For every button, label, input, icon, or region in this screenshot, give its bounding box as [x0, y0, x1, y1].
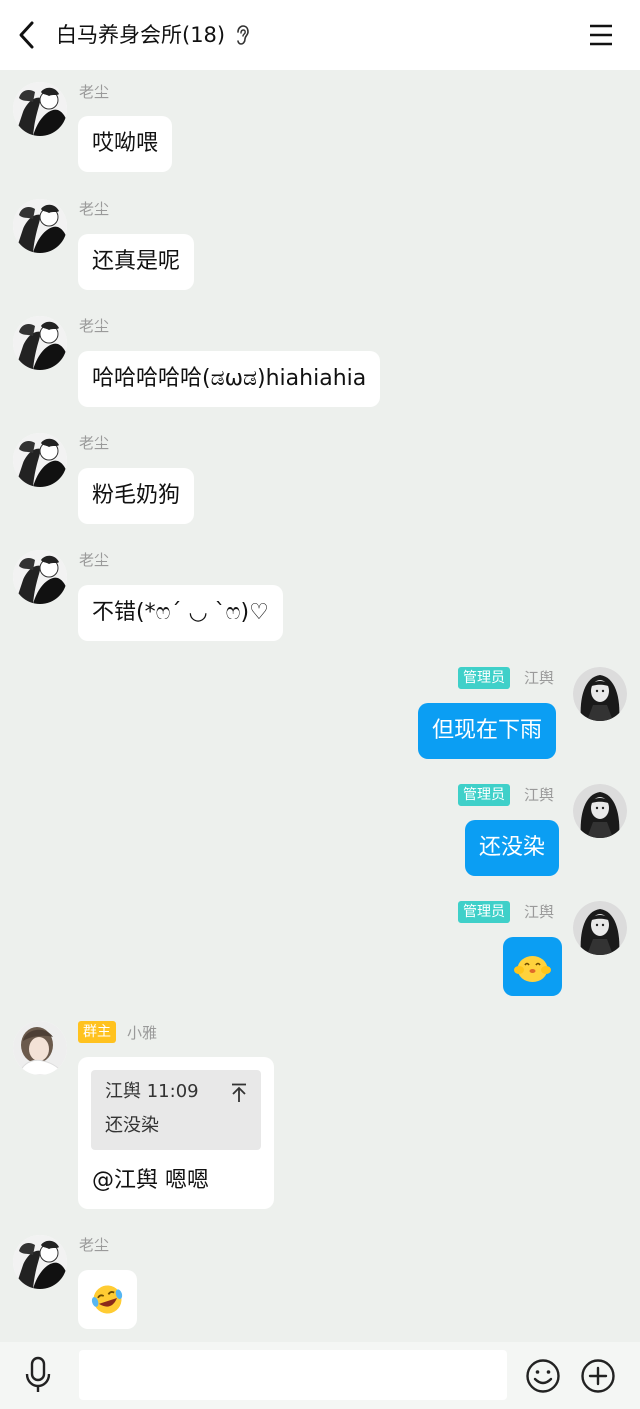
message-bubble[interactable]: 江舆 11:09 还没染 @江舆 嗯嗯	[78, 1057, 274, 1209]
message-bubble[interactable]: 还真是呢	[78, 234, 195, 290]
menu-icon[interactable]	[588, 22, 614, 48]
sender-name: 江舆	[524, 903, 555, 921]
message-text: @江舆 嗯嗯	[92, 1168, 209, 1193]
chat-title[interactable]: 白马养身会所(18)	[56, 20, 225, 50]
laughing-tears-sticker	[91, 1285, 123, 1314]
input-bar	[0, 1342, 640, 1409]
message-bubble[interactable]: 还没染	[465, 820, 560, 876]
admin-badge: 管理员	[458, 901, 510, 923]
quote-header: 江舆 11:09	[105, 1081, 199, 1102]
admin-badge: 管理员	[458, 784, 510, 806]
message-bubble[interactable]: 哎呦喂	[78, 116, 173, 172]
message-bubble[interactable]: 不错(*ෆ´ ◡ `ෆ)♡	[78, 585, 283, 641]
sticker-bubble[interactable]	[78, 1270, 137, 1329]
avatar[interactable]	[13, 199, 67, 253]
jump-to-quote-icon[interactable]	[229, 1082, 249, 1104]
message-bubble[interactable]: 粉毛奶狗	[78, 468, 195, 524]
sender-name: 小雅	[127, 1024, 158, 1042]
sender-name: 老尘	[79, 1236, 110, 1254]
hug-sticker	[514, 956, 551, 982]
message-bubble[interactable]: 但现在下雨	[418, 703, 557, 759]
avatar[interactable]	[13, 1235, 67, 1289]
message-input[interactable]	[79, 1350, 507, 1400]
quoted-message[interactable]: 江舆 11:09 还没染	[91, 1070, 261, 1150]
sender-name: 老尘	[79, 551, 110, 569]
avatar[interactable]	[13, 550, 67, 604]
owner-badge: 群主	[78, 1021, 116, 1043]
avatar[interactable]	[573, 901, 627, 955]
sender-name: 老尘	[79, 434, 110, 452]
avatar[interactable]	[13, 1021, 67, 1075]
sender-name: 老尘	[79, 200, 110, 218]
sticker-bubble[interactable]	[503, 937, 562, 996]
sender-name: 老尘	[79, 83, 110, 101]
quote-text: 还没染	[105, 1115, 159, 1136]
emoji-icon[interactable]	[525, 1358, 561, 1394]
plus-icon[interactable]	[580, 1358, 616, 1394]
sender-name: 老尘	[79, 317, 110, 335]
mic-icon[interactable]	[23, 1356, 53, 1394]
avatar[interactable]	[573, 784, 627, 838]
chat-header: 白马养身会所(18)	[0, 0, 640, 70]
avatar[interactable]	[573, 667, 627, 721]
avatar[interactable]	[13, 433, 67, 487]
admin-badge: 管理员	[458, 667, 510, 689]
message-bubble[interactable]: 哈哈哈哈哈(ಡωಡ)hiahiahia	[78, 351, 381, 407]
back-icon[interactable]	[14, 19, 40, 51]
avatar[interactable]	[13, 82, 67, 136]
sender-name: 江舆	[524, 786, 555, 804]
ear-icon	[237, 25, 249, 45]
avatar[interactable]	[13, 316, 67, 370]
sender-name: 江舆	[524, 669, 555, 687]
